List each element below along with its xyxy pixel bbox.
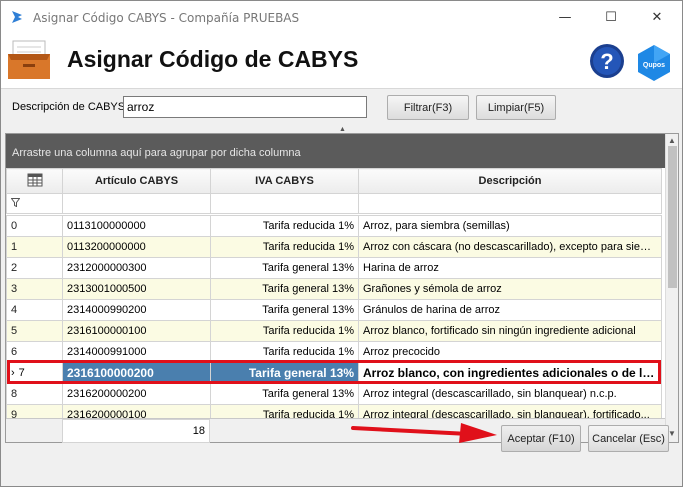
cabys-code-cell: 2312000000300 [62, 257, 211, 279]
column-chooser[interactable] [6, 168, 63, 194]
filter-row-icon-cell [6, 193, 63, 214]
table-row[interactable]: 1 0113200000000 Tarifa reducida 1% Arroz co… [6, 236, 662, 258]
results-grid: Arrastre una columna aquí para agrupar p… [5, 133, 679, 443]
row-index-cell: 6 [6, 341, 63, 363]
table-row[interactable]: 6 2314000991000 Tarifa reducida 1% Arroz pr… [6, 341, 662, 363]
close-button[interactable]: ✕ [634, 1, 680, 33]
column-chooser-icon [27, 173, 42, 186]
app-logo-icon [12, 11, 22, 23]
current-row-marker-icon: › [11, 367, 15, 379]
iva-cell: Tarifa general 13% [210, 257, 359, 279]
column-header-articulo[interactable]: Artículo CABYS [62, 168, 211, 194]
table-row[interactable]: 4 2314000990200 Tarifa general 13% Gránulos… [6, 299, 662, 321]
description-cell: Arroz blanco, con ingredientes adicional… [358, 362, 662, 384]
scroll-down-icon[interactable]: ▼ [668, 429, 676, 438]
description-cell: Arroz integral (descascarillado, sin bla… [358, 383, 662, 405]
maximize-button[interactable]: ☐ [588, 1, 634, 33]
iva-cell: Tarifa general 13% [210, 383, 359, 405]
description-cell: Harina de arroz [358, 257, 662, 279]
row-index-cell: › 7 [6, 362, 63, 384]
cabys-code-cell: 2313001000500 [62, 278, 211, 300]
filter-row [6, 193, 662, 214]
cabys-code-cell: 2314000990200 [62, 299, 211, 321]
search-input[interactable] [123, 96, 367, 118]
search-label: Descripción de CABYS: [12, 101, 129, 113]
table-row-selected[interactable]: › 7 2316100000200 Tarifa general 13% Arroz b… [6, 362, 662, 384]
cabys-code-cell: 2314000991000 [62, 341, 211, 363]
cabys-code-cell: 2316200000200 [62, 383, 211, 405]
iva-cell: Tarifa reducida 1% [210, 236, 359, 258]
cancel-button[interactable]: Cancelar (Esc) [588, 425, 669, 452]
vertical-scrollbar[interactable]: ▲ ▼ [665, 134, 678, 442]
brand-text: Qupos [643, 62, 665, 69]
scroll-up-icon[interactable]: ▲ [668, 136, 676, 145]
row-index-cell: 0 [6, 215, 63, 237]
window-title: Asignar Código CABYS - Compañía PRUEBAS [33, 11, 300, 25]
table-row[interactable]: 8 2316200000200 Tarifa general 13% Arroz in… [6, 383, 662, 405]
description-cell: Gránulos de harina de arroz [358, 299, 662, 321]
page-title: Asignar Código de CABYS [67, 46, 359, 72]
iva-cell: Tarifa general 13% [210, 278, 359, 300]
cabys-code-cell: 2316100000200 [62, 362, 211, 384]
table-row[interactable]: 3 2313001000500 Tarifa general 13% Grañones… [6, 278, 662, 300]
description-cell: Arroz con cáscara (no descascarillado), … [358, 236, 662, 258]
row-count: 18 [62, 419, 210, 443]
description-cell: Grañones y sémola de arroz [358, 278, 662, 300]
clear-button[interactable]: Limpiar(F5) [476, 95, 556, 120]
splitter[interactable]: ▲ [1, 126, 682, 133]
table-row[interactable]: 0 0113100000000 Tarifa reducida 1% Arroz, p… [6, 215, 662, 237]
red-arrow-icon [351, 423, 497, 443]
row-index-label: 7 [18, 367, 25, 379]
description-cell: Arroz, para siembra (semillas) [358, 215, 662, 237]
table-row[interactable]: 5 2316100000100 Tarifa reducida 1% Arroz bl… [6, 320, 662, 342]
filter-button[interactable]: Filtrar(F3) [387, 95, 469, 120]
dialog-window: Asignar Código CABYS - Compañía PRUEBAS … [0, 0, 683, 487]
row-index-cell: 2 [6, 257, 63, 279]
cabys-code-cell: 0113200000000 [62, 236, 211, 258]
minimize-button[interactable]: — [542, 1, 588, 33]
iva-cell: Tarifa reducida 1% [210, 320, 359, 342]
results-table: Artículo CABYS IVA CABYS Descripción 0 0… [6, 168, 662, 426]
cabys-code-cell: 0113100000000 [62, 215, 211, 237]
cabys-code-cell: 2316100000100 [62, 320, 211, 342]
folder-icon [8, 40, 50, 79]
column-header-descripcion[interactable]: Descripción [358, 168, 662, 194]
filter-cell-descripcion[interactable] [358, 193, 662, 214]
search-row: Descripción de CABYS: Filtrar(F3) Limpia… [1, 90, 682, 124]
filter-cell-articulo[interactable] [62, 193, 211, 214]
header-row: Artículo CABYS IVA CABYS Descripción [6, 168, 662, 194]
filter-cell-iva[interactable] [210, 193, 359, 214]
scroll-thumb[interactable] [668, 146, 677, 288]
iva-cell: Tarifa reducida 1% [210, 341, 359, 363]
row-index-cell: 8 [6, 383, 63, 405]
column-header-iva[interactable]: IVA CABYS [210, 168, 359, 194]
row-index-cell: 4 [6, 299, 63, 321]
filter-icon [10, 197, 21, 207]
iva-cell: Tarifa general 13% [210, 299, 359, 321]
description-cell: Arroz precocido [358, 341, 662, 363]
title-bar: Asignar Código CABYS - Compañía PRUEBAS … [1, 1, 682, 33]
iva-cell: Tarifa general 13% [210, 362, 359, 384]
accept-button[interactable]: Aceptar (F10) [501, 425, 581, 452]
qupos-logo-icon: Qupos [638, 45, 670, 81]
row-index-cell: 1 [6, 236, 63, 258]
dialog-header: Asignar Código de CABYS ? Qupos [1, 33, 682, 89]
description-cell: Arroz blanco, fortificado sin ningún ing… [358, 320, 662, 342]
iva-cell: Tarifa reducida 1% [210, 215, 359, 237]
help-glyph: ? [600, 49, 613, 74]
row-index-cell: 5 [6, 320, 63, 342]
splitter-grip-icon: ▲ [339, 126, 346, 133]
table-row[interactable]: 2 2312000000300 Tarifa general 13% Harina d… [6, 257, 662, 279]
help-icon[interactable]: ? [589, 43, 625, 79]
group-panel[interactable]: Arrastre una columna aquí para agrupar p… [6, 134, 665, 168]
row-index-cell: 3 [6, 278, 63, 300]
